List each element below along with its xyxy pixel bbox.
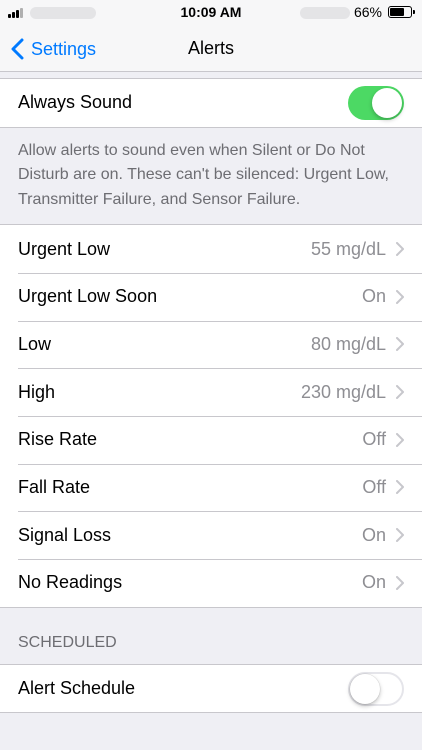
- alert-schedule-label: Alert Schedule: [18, 678, 136, 699]
- alert-value: On: [361, 286, 386, 307]
- alert-value: Off: [362, 429, 386, 450]
- page-title: Alerts: [187, 38, 234, 58]
- always-sound-footer: Allow alerts to sound even when Silent o…: [18, 141, 389, 208]
- chevron-right-icon: [396, 575, 404, 590]
- alert-row-high[interactable]: High 230 mg/dL: [0, 368, 422, 416]
- scheduled-group: Alert Schedule: [0, 663, 422, 714]
- chevron-right-icon: [396, 337, 404, 352]
- alert-schedule-toggle[interactable]: [348, 671, 404, 706]
- chevron-right-icon: [396, 480, 404, 495]
- chevron-right-icon: [396, 385, 404, 400]
- section-header-scheduled: SCHEDULED: [18, 633, 117, 651]
- alert-label: Urgent Low Soon: [18, 286, 158, 307]
- alert-row-signal-loss[interactable]: Signal Loss On: [0, 511, 422, 559]
- alert-value: 80 mg/dL: [310, 333, 386, 354]
- alert-label: Fall Rate: [18, 476, 91, 497]
- alert-label: Low: [18, 333, 52, 354]
- chevron-right-icon: [396, 242, 404, 257]
- always-sound-toggle[interactable]: [348, 85, 404, 120]
- alert-value: Off: [362, 476, 386, 497]
- alert-value: 55 mg/dL: [310, 238, 386, 259]
- alert-row-urgent-low-soon[interactable]: Urgent Low Soon On: [0, 272, 422, 321]
- alert-row-low[interactable]: Low 80 mg/dL: [0, 320, 422, 369]
- alert-label: No Readings: [18, 572, 123, 593]
- always-sound-row: Always Sound: [0, 79, 422, 127]
- alert-row-no-readings[interactable]: No Readings On: [0, 559, 422, 607]
- chevron-right-icon: [396, 432, 404, 447]
- alerts-group: Urgent Low 55 mg/dL Urgent Low Soon On L…: [0, 224, 422, 608]
- chevron-right-icon: [396, 289, 404, 304]
- settings-list: Always Sound Allow alerts to sound even …: [0, 72, 422, 714]
- alert-label: Rise Rate: [18, 429, 98, 450]
- navigation-bar: Settings Alerts: [0, 26, 422, 72]
- always-sound-label: Always Sound: [18, 92, 133, 113]
- chevron-right-icon: [396, 528, 404, 543]
- alert-schedule-row: Alert Schedule: [0, 664, 422, 713]
- alert-row-urgent-low[interactable]: Urgent Low 55 mg/dL: [0, 225, 422, 273]
- alert-label: Signal Loss: [18, 524, 112, 545]
- battery-percent: 66%: [353, 4, 382, 20]
- battery-icon: [388, 6, 415, 18]
- status-bar: 10:09 AM 66%: [0, 0, 422, 26]
- alert-value: On: [361, 524, 386, 545]
- alert-value: 230 mg/dL: [300, 381, 386, 402]
- alert-value: On: [361, 572, 386, 593]
- alert-label: Urgent Low: [18, 238, 111, 259]
- alert-row-rise-rate[interactable]: Rise Rate Off: [0, 415, 422, 464]
- alert-row-fall-rate[interactable]: Fall Rate Off: [0, 463, 422, 512]
- alert-label: High: [18, 381, 56, 402]
- always-sound-group: Always Sound: [0, 78, 422, 128]
- status-indicator-redacted: [300, 7, 350, 19]
